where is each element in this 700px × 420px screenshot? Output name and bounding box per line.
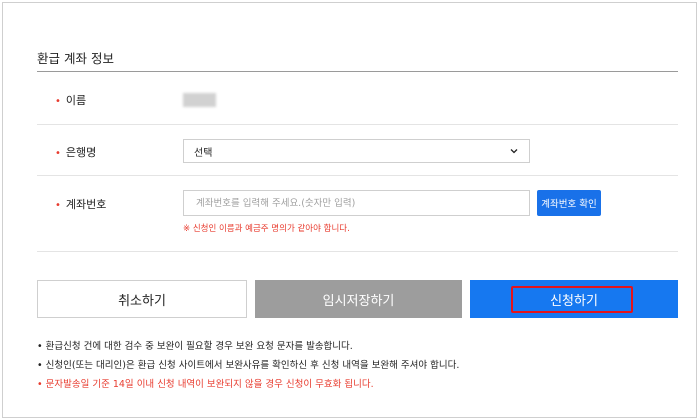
name-label-text: 이름	[65, 94, 87, 107]
submit-button[interactable]: 신청하기	[470, 280, 678, 318]
title-divider	[37, 71, 678, 72]
cancel-button[interactable]: 취소하기	[37, 280, 247, 318]
row-divider	[37, 175, 678, 176]
temp-save-button[interactable]: 임시저장하기	[255, 280, 462, 318]
row-divider	[37, 124, 678, 125]
account-label: • 계좌번호	[55, 196, 106, 212]
masked-name-value	[183, 93, 216, 107]
account-label-text: 계좌번호	[65, 198, 107, 211]
required-mark: •	[55, 96, 61, 107]
bank-label-text: 은행명	[65, 146, 97, 159]
name-match-hint: ※ 신청인 이름과 예금주 명의가 같아야 합니다.	[183, 224, 350, 234]
chevron-down-icon	[510, 149, 518, 154]
row-divider	[37, 251, 678, 252]
notice-item: • 신청인(또는 대리인)은 환급 신청 사이트에서 보완사유를 확인하신 후 …	[37, 360, 460, 371]
bank-select[interactable]: 선택	[183, 139, 530, 163]
required-mark: •	[55, 200, 61, 211]
required-mark: •	[55, 148, 61, 159]
name-label: • 이름	[55, 92, 86, 108]
bank-select-value: 선택	[194, 147, 213, 159]
notice-item-warning: • 문자발송일 기준 14일 이내 신청 내역이 보완되지 않을 경우 신청이 …	[37, 379, 374, 390]
notice-item: • 환급신청 건에 대한 검수 중 보완이 필요할 경우 보완 요청 문자를 발…	[37, 341, 353, 352]
account-number-input[interactable]	[183, 190, 530, 216]
notice-list: • 환급신청 건에 대한 검수 중 보완이 필요할 경우 보완 요청 문자를 발…	[37, 337, 459, 394]
section-title: 환급 계좌 정보	[37, 51, 114, 66]
bank-label: • 은행명	[55, 144, 96, 160]
refund-account-panel: 환급 계좌 정보 • 이름 • 은행명 선택 • 계좌번호 계좌번호 확인 ※ 신청인…	[2, 2, 697, 418]
verify-account-button[interactable]: 계좌번호 확인	[537, 190, 601, 216]
